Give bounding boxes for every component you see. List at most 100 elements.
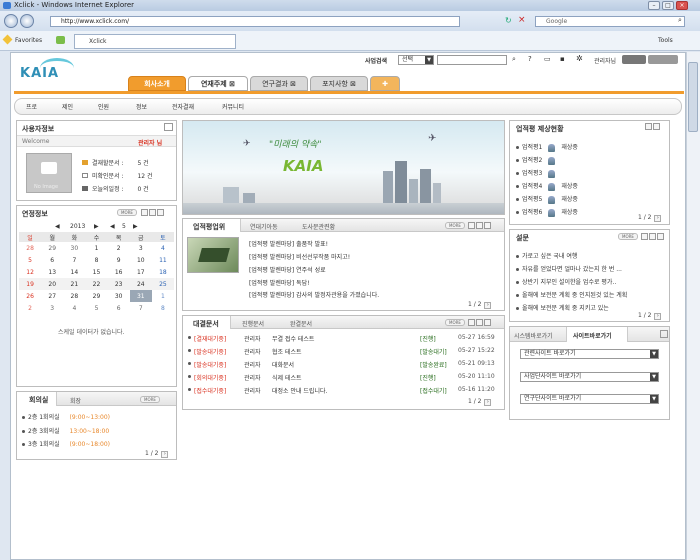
- business-sites-select[interactable]: 사업단사이트 바로가기 ▼: [520, 372, 659, 382]
- submenu-item[interactable]: 전자결재: [172, 102, 194, 111]
- settings-icon[interactable]: [484, 222, 491, 229]
- status-row[interactable]: 업적평1 재상중: [516, 142, 578, 152]
- stat-row[interactable]: 오늘의일정 : 0 건: [82, 184, 149, 193]
- calendar-day[interactable]: 2: [19, 302, 41, 314]
- calendar-day[interactable]: 1: [152, 290, 174, 302]
- more-button[interactable]: MORE: [618, 233, 638, 240]
- status-row[interactable]: 업적평2: [516, 155, 561, 165]
- calendar-day[interactable]: 29: [85, 290, 107, 302]
- calendar-day[interactable]: 28: [19, 242, 41, 254]
- calendar-day[interactable]: 3: [130, 242, 152, 254]
- doc-title[interactable]: 협조 테스트: [272, 347, 302, 356]
- calendar-day[interactable]: 25: [151, 278, 174, 290]
- calendar-day[interactable]: 27: [41, 290, 63, 302]
- close-icon[interactable]: ⊠: [229, 80, 235, 88]
- add-tab-button[interactable]: ✚: [370, 76, 400, 91]
- next-page-icon[interactable]: ›: [654, 215, 662, 222]
- tab-notice-2[interactable]: 연대기아동: [250, 222, 278, 231]
- minimize-icon[interactable]: [645, 123, 652, 130]
- calendar-day[interactable]: 30: [108, 290, 130, 302]
- settings-icon[interactable]: [164, 123, 173, 131]
- back-icon[interactable]: [4, 14, 18, 28]
- doc-title[interactable]: 식제 테스트: [272, 373, 302, 382]
- monitor-icon[interactable]: ▭: [544, 55, 551, 63]
- more-button[interactable]: MORE: [140, 396, 160, 403]
- calendar-day[interactable]: 18: [152, 266, 174, 278]
- notice-item[interactable]: [업적평 발렌마당] 감사의 발정자관용을 가졌습니다.: [249, 290, 379, 299]
- calendar-day[interactable]: 5: [19, 254, 41, 266]
- doc-title[interactable]: 대화문서: [272, 360, 294, 369]
- stat-row[interactable]: 결재할문서 : 5 건: [82, 158, 149, 167]
- add-favorite-icon[interactable]: [56, 36, 65, 44]
- calendar-day[interactable]: 28: [63, 290, 85, 302]
- refresh-icon[interactable]: ↻: [505, 16, 512, 25]
- calendar-day[interactable]: 17: [130, 266, 152, 278]
- close-icon[interactable]: ⊠: [350, 80, 356, 88]
- notice-item[interactable]: [업적평 발렌마당] 출품작 발표!: [249, 239, 328, 248]
- calendar-day[interactable]: 15: [85, 266, 107, 278]
- status-row[interactable]: 업적평3: [516, 168, 561, 178]
- next-year-icon[interactable]: ▶: [94, 223, 99, 230]
- search-icon[interactable]: ⌕: [678, 16, 682, 25]
- submenu-item[interactable]: 프로: [26, 102, 37, 111]
- tab-results[interactable]: 연구결과 ⊠: [250, 76, 308, 91]
- settings-icon[interactable]: [660, 330, 668, 338]
- research-sites-select[interactable]: 연구단사이트 바로가기 ▼: [520, 394, 659, 404]
- tab-in-progress-docs[interactable]: 진행문서: [242, 319, 264, 328]
- calendar-day[interactable]: 1: [85, 242, 107, 254]
- survey-item[interactable]: 자유를 얻었다면 얼마나 갔는지 한 번 ...: [516, 264, 622, 273]
- header-search-input[interactable]: [437, 55, 507, 65]
- help-icon[interactable]: ?: [528, 55, 532, 63]
- minimize-icon[interactable]: [641, 233, 648, 240]
- stop-icon[interactable]: ×: [518, 15, 526, 25]
- browser-tab[interactable]: Xclick: [74, 34, 236, 49]
- status-row[interactable]: 업적평6 재상중: [516, 207, 578, 217]
- tools-menu[interactable]: Tools: [658, 37, 673, 44]
- calendar-day[interactable]: 22: [85, 278, 108, 290]
- calendar-day[interactable]: 20: [41, 278, 64, 290]
- minimize-icon[interactable]: [468, 222, 475, 229]
- survey-item[interactable]: 가로고 싶은 국내 여행: [516, 251, 577, 260]
- tab-company[interactable]: 회사소개: [128, 76, 186, 91]
- submenu-item[interactable]: 제인: [62, 102, 73, 111]
- list-item[interactable]: 2층 1회의실 (9:00~13:00): [22, 412, 110, 421]
- calendar-day[interactable]: 12: [19, 266, 41, 278]
- submenu-item[interactable]: 정보: [136, 102, 147, 111]
- calendar-day[interactable]: 21: [63, 278, 86, 290]
- calendar-day[interactable]: 6: [41, 254, 63, 266]
- maximize-icon[interactable]: [649, 233, 656, 240]
- calendar-day[interactable]: 10: [130, 254, 152, 266]
- tab-notice[interactable]: 포지사항 ⊠: [310, 76, 368, 91]
- next-page-icon[interactable]: ›: [484, 302, 492, 309]
- tab-site-shortcuts[interactable]: 사이트바로가기: [566, 327, 628, 342]
- list-item[interactable]: 2층 3회의실 13:00~18:00: [22, 426, 109, 435]
- tab-system-shortcuts[interactable]: 시스템바로가기: [514, 331, 553, 340]
- tab-notice-3[interactable]: 도사문관련황: [302, 222, 335, 231]
- next-page-icon[interactable]: ›: [161, 451, 169, 458]
- logo[interactable]: KAIA: [20, 66, 59, 81]
- close-icon[interactable]: ⊠: [290, 80, 296, 88]
- search-icon[interactable]: ⌕: [512, 55, 516, 64]
- calendar-day[interactable]: 7: [63, 254, 85, 266]
- calendar-day[interactable]: 11: [152, 254, 174, 266]
- calendar-day[interactable]: 24: [129, 278, 152, 290]
- prev-year-icon[interactable]: ◀: [55, 223, 60, 230]
- gear-icon[interactable]: ✲: [576, 54, 583, 63]
- notice-item[interactable]: [업적평 발렌마당] 비선선부작품 마지고!: [249, 252, 350, 261]
- settings-icon[interactable]: [657, 233, 664, 240]
- calendar-day[interactable]: 13: [41, 266, 63, 278]
- tab-hall[interactable]: 회장: [70, 396, 81, 405]
- address-input[interactable]: http://www.xclick.com/: [50, 16, 460, 27]
- doc-title[interactable]: 무결 접수 테스트: [272, 334, 314, 343]
- calendar-day[interactable]: 26: [19, 290, 41, 302]
- settings-icon[interactable]: [653, 123, 660, 130]
- minimize-icon[interactable]: [141, 209, 148, 216]
- forward-icon[interactable]: [20, 14, 34, 28]
- scrollbar-thumb[interactable]: [688, 62, 698, 132]
- more-button[interactable]: MORE: [445, 319, 465, 326]
- maximize-icon[interactable]: [476, 319, 483, 326]
- calendar-day[interactable]: 7: [130, 302, 152, 314]
- calendar-day[interactable]: 8: [152, 302, 174, 314]
- stat-row[interactable]: 미확인문서 : 12 건: [82, 171, 153, 180]
- survey-item[interactable]: 상반기 지부인 설이한을 업수로 평가..: [516, 277, 616, 286]
